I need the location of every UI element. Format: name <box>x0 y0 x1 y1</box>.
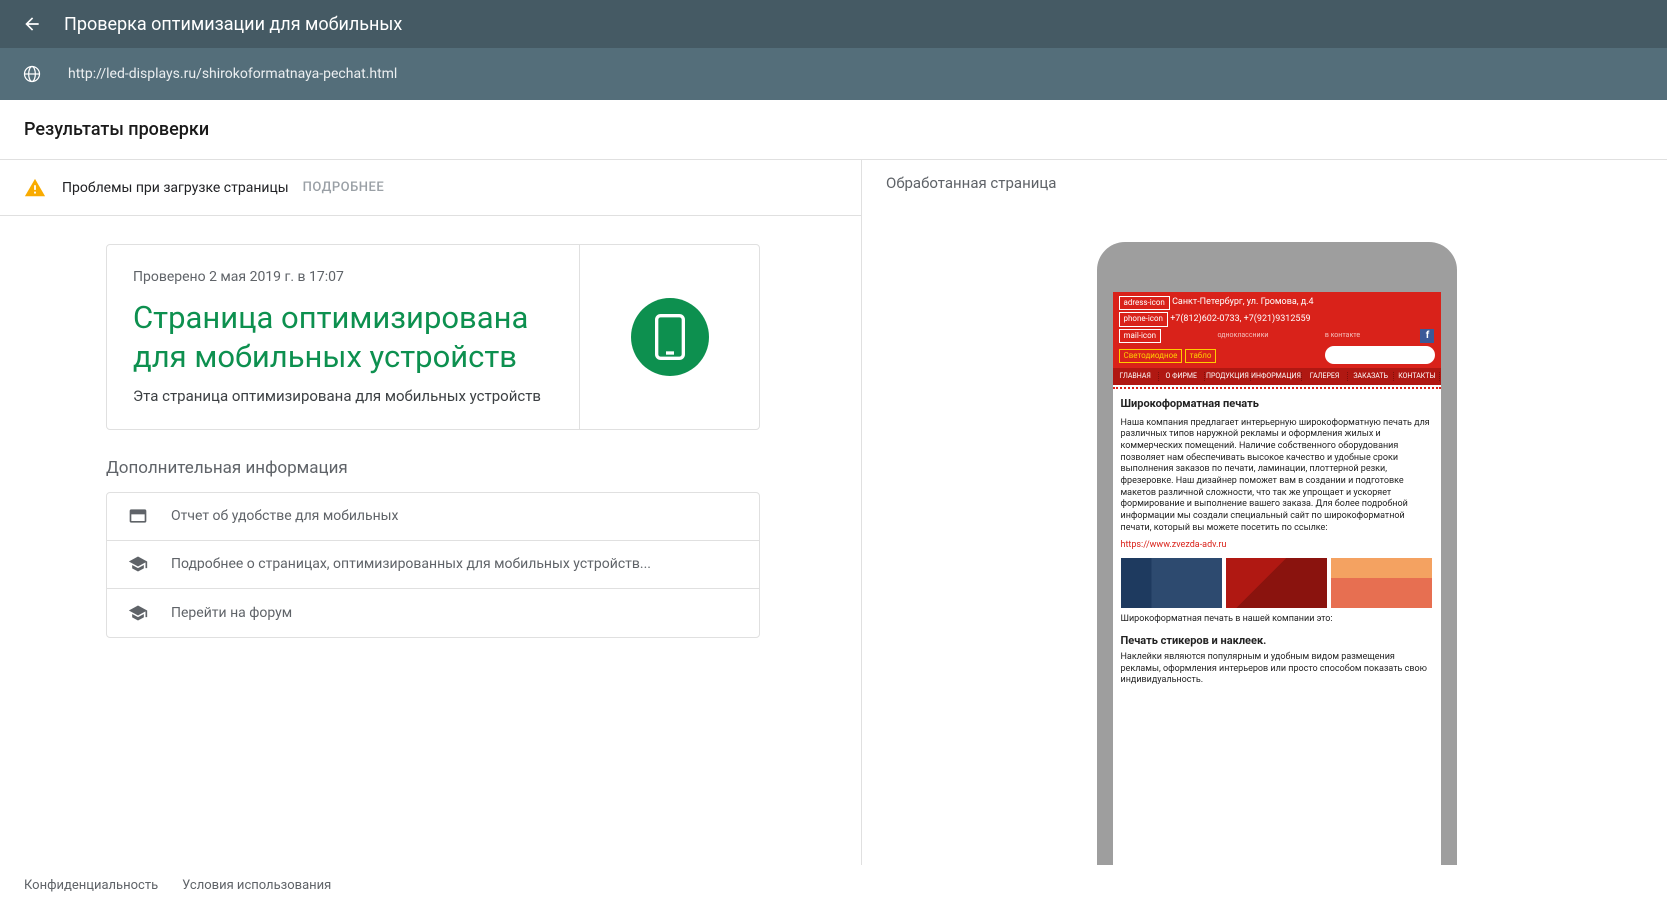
warning-text: Проблемы при загрузке страницы <box>62 180 289 196</box>
info-list: Отчет об удобстве для мобильных Подробне… <box>106 492 760 638</box>
right-panel: Обработанная страница adress-icon Санкт-… <box>862 160 1667 865</box>
preview-address: Санкт-Петербург, ул. Громова, д.4 <box>1172 297 1314 309</box>
phone-screen: adress-icon Санкт-Петербург, ул. Громова… <box>1113 292 1441 865</box>
info-item-report[interactable]: Отчет об удобстве для мобильных <box>107 493 759 541</box>
info-label: Перейти на форум <box>171 605 292 621</box>
preview-search <box>1325 346 1435 364</box>
preview-logo: Светодиодное <box>1119 349 1183 363</box>
preview-nav-item: О ФИРМЕ <box>1159 372 1205 381</box>
terms-link[interactable]: Условия использования <box>182 878 331 893</box>
warning-details-link[interactable]: ПОДРОБНЕЕ <box>303 180 385 195</box>
left-panel: Проблемы при загрузке страницы ПОДРОБНЕЕ… <box>0 160 862 865</box>
subheader-title: Результаты проверки <box>24 119 209 140</box>
warning-icon <box>24 177 46 199</box>
preview-logo: табло <box>1185 349 1217 363</box>
preview-nav-item: ИНФОРМАЦИЯ <box>1251 372 1302 381</box>
info-label: Подробнее о страницах, оптимизированных … <box>171 556 651 572</box>
facebook-icon: f <box>1420 329 1434 343</box>
check-date: Проверено 2 мая 2019 г. в 17:07 <box>133 269 553 285</box>
preview-h1: Широкоформатная печать <box>1121 397 1433 411</box>
preview-mail-label: mail-icon <box>1119 329 1162 343</box>
result-icon-box <box>579 245 759 429</box>
preview-body: Наклейки являются популярным и удобным в… <box>1121 652 1433 687</box>
globe-icon <box>20 62 44 86</box>
preview-images <box>1121 558 1433 608</box>
url-text[interactable]: http://led-displays.ru/shirokoformatnaya… <box>68 66 397 82</box>
info-item-forum[interactable]: Перейти на форум <box>107 589 759 637</box>
result-heading: Страница оптимизирована для мобильных ус… <box>133 299 553 377</box>
info-item-learn[interactable]: Подробнее о страницах, оптимизированных … <box>107 541 759 589</box>
preview-link: https://www.zvezda-adv.ru <box>1121 540 1433 552</box>
preview-nav-item: ГЛАВНАЯ <box>1113 372 1159 381</box>
preview-address-label: adress-icon <box>1119 296 1170 310</box>
phone-frame: adress-icon Санкт-Петербург, ул. Громова… <box>1097 242 1457 865</box>
footer: Конфиденциальность Условия использования <box>0 865 1667 905</box>
subheader: Результаты проверки <box>0 100 1667 160</box>
preview-phone: +7(812)602-0733, +7(921)9312559 <box>1170 314 1310 326</box>
forum-icon <box>127 602 149 624</box>
preview-body: Наша компания предлагает интерьерную шир… <box>1121 418 1433 535</box>
result-subtext: Эта страница оптимизирована для мобильны… <box>133 387 553 405</box>
arrow-left-icon <box>22 14 42 34</box>
privacy-link[interactable]: Конфиденциальность <box>24 878 158 893</box>
info-section-title: Дополнительная информация <box>106 458 861 478</box>
preview-nav-item: ПРОДУКЦИЯ <box>1205 372 1251 381</box>
preview-body: Широкоформатная печать в нашей компании … <box>1121 614 1433 626</box>
info-label: Отчет об удобстве для мобильных <box>171 508 398 524</box>
school-icon <box>127 553 149 575</box>
preview-nav: ГЛАВНАЯ О ФИРМЕ ПРОДУКЦИЯ ИНФОРМАЦИЯ ГАЛ… <box>1113 368 1441 385</box>
preview-phone-label: phone-icon <box>1119 312 1168 326</box>
back-button[interactable] <box>20 12 44 36</box>
mobile-ok-icon <box>631 298 709 376</box>
preview-social: одноклассники <box>1218 331 1269 340</box>
report-icon <box>127 505 149 527</box>
url-bar: http://led-displays.ru/shirokoformatnaya… <box>0 48 1667 100</box>
preview-nav-item: ЗАКАЗАТЬ <box>1348 372 1394 381</box>
warning-row: Проблемы при загрузке страницы ПОДРОБНЕЕ <box>0 160 861 216</box>
preview-h2: Печать стикеров и наклеек. <box>1121 634 1433 648</box>
app-header: Проверка оптимизации для мобильных <box>0 0 1667 48</box>
preview-nav-item: ГАЛЕРЕЯ <box>1302 372 1348 381</box>
right-title: Обработанная страница <box>886 174 1667 192</box>
preview-nav-item: КОНТАКТЫ <box>1394 372 1440 381</box>
result-card: Проверено 2 мая 2019 г. в 17:07 Страница… <box>106 244 760 430</box>
preview-social: в контакте <box>1325 331 1360 340</box>
app-title: Проверка оптимизации для мобильных <box>64 14 402 35</box>
